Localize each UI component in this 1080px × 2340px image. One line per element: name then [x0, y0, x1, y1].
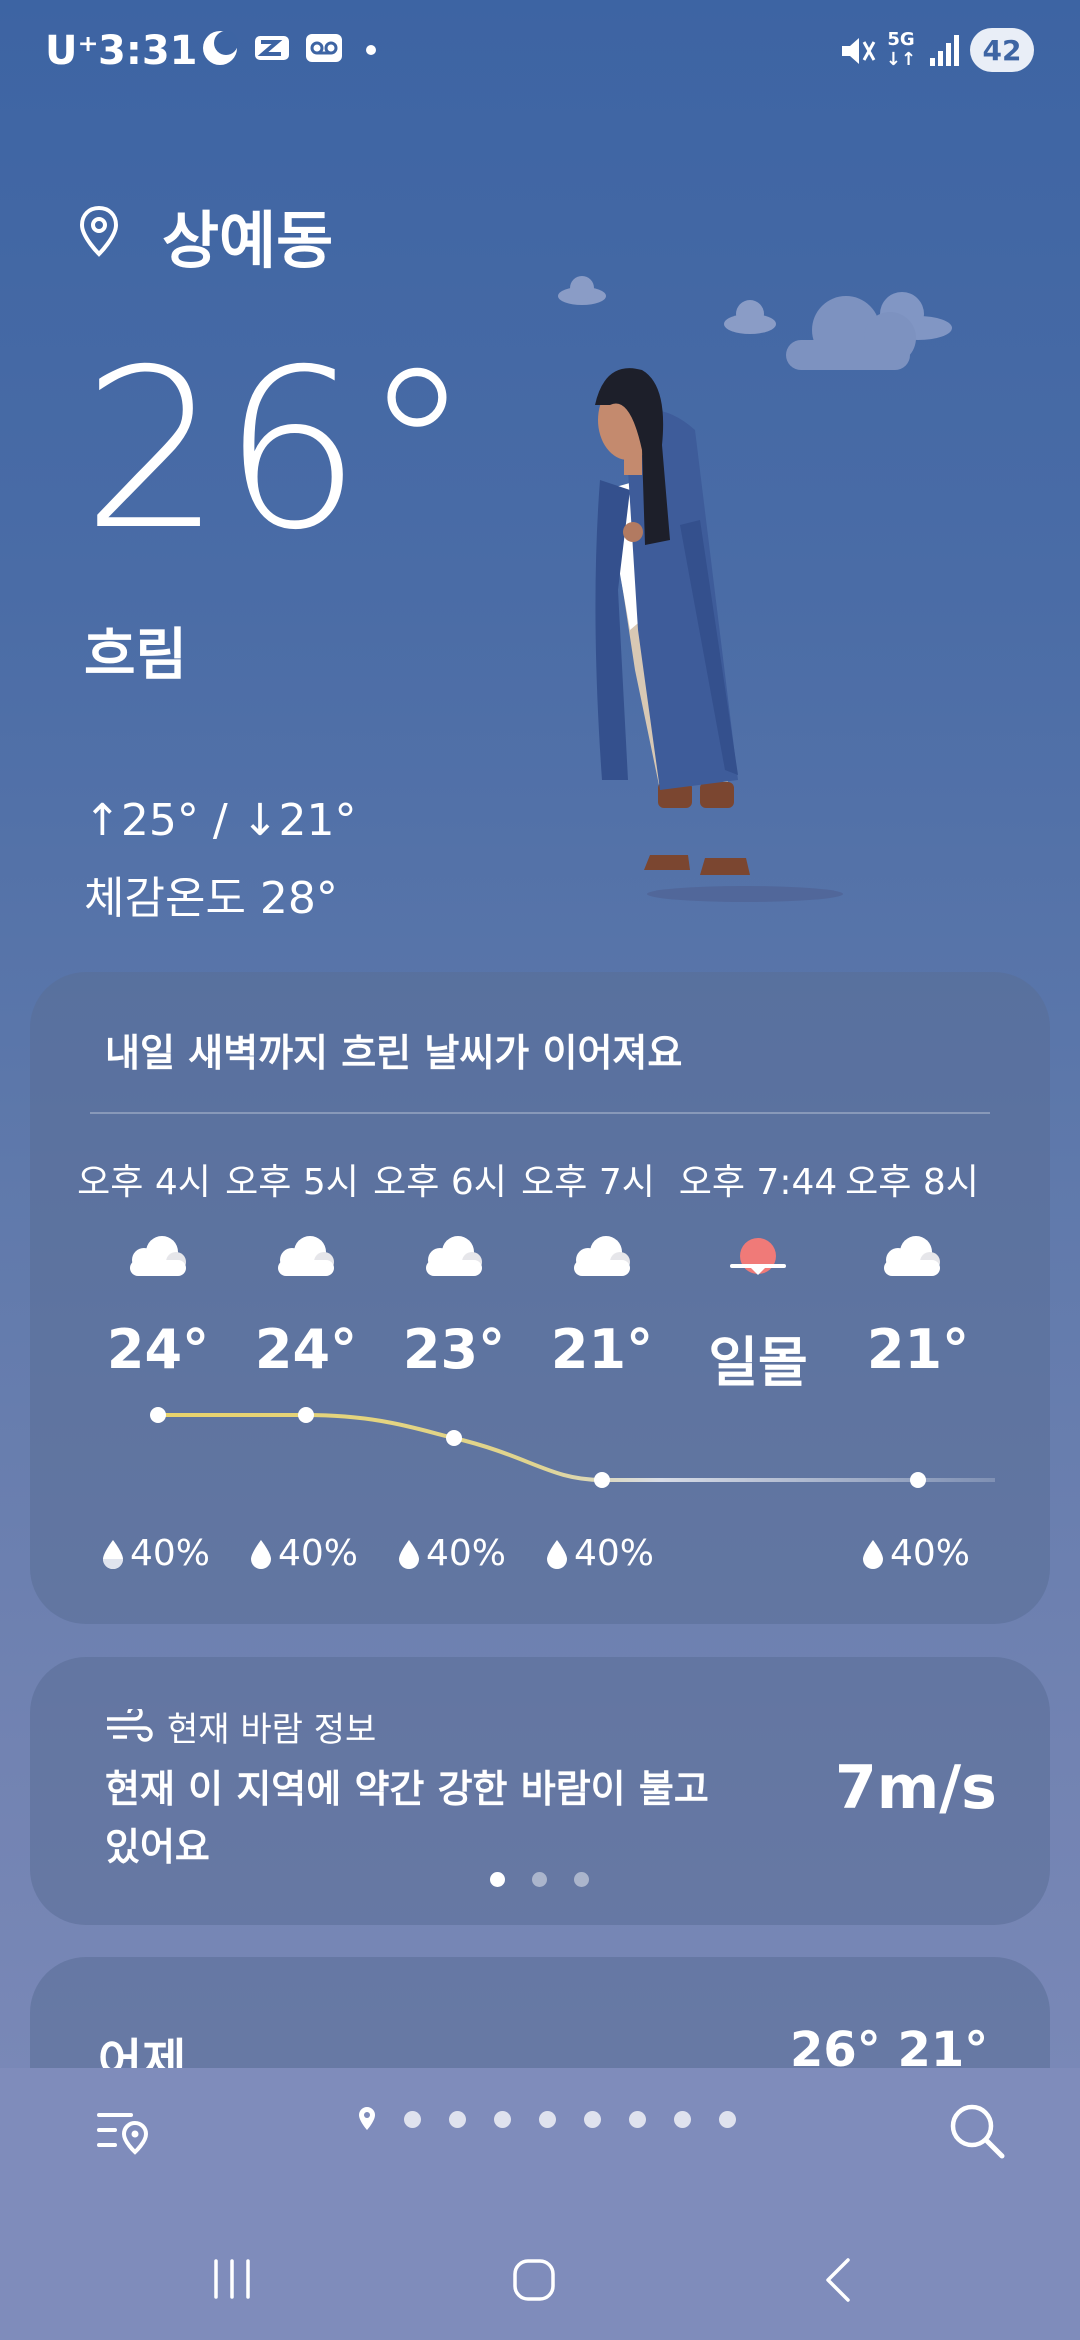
feels-like-temperature: 체감온도 28° — [84, 873, 338, 924]
wind-subtitle-label: 현재 바람 정보 — [167, 1710, 377, 1750]
carrier-label: U⁺ — [45, 28, 99, 74]
raindrop-icon — [399, 1539, 419, 1569]
location-page-dot[interactable] — [719, 2110, 736, 2128]
sunset-icon — [730, 1238, 786, 1275]
location-page-indicator[interactable] — [358, 2106, 736, 2132]
location-page-dot[interactable] — [584, 2110, 601, 2128]
divider — [90, 1112, 990, 1114]
trend-point — [298, 1407, 314, 1423]
more-dot-icon — [366, 45, 376, 55]
precip-chance: 40% — [860, 1533, 970, 1574]
home-icon[interactable] — [510, 2256, 558, 2304]
network-type-icon: 5G ↓↑ — [885, 29, 917, 70]
app-notification-icon — [255, 36, 289, 60]
shadow — [647, 886, 843, 902]
trend-point — [594, 1472, 610, 1488]
wind-description: 현재 이 지역에 약간 강한 바람이 불고 있어요 — [105, 1767, 709, 1869]
status-bar: U⁺ 3:31 5G ↓↑ 42 — [0, 0, 1080, 100]
hour-temperature: 21° — [550, 1318, 654, 1381]
hour-label: 오후 8시 — [845, 1162, 979, 1203]
trend-point — [446, 1430, 462, 1446]
hour-label: 오후 7:44 — [678, 1162, 838, 1203]
raindrop-icon — [863, 1539, 883, 1569]
wind-icon — [107, 1708, 153, 1742]
pager-dot[interactable] — [574, 1872, 589, 1887]
mute-icon — [842, 38, 876, 64]
raindrop-icon — [103, 1539, 123, 1569]
hour-temperature: 23° — [402, 1318, 506, 1381]
trend-point — [150, 1407, 166, 1423]
back-icon[interactable] — [818, 2256, 858, 2304]
wind-speed: 7m/s — [835, 1753, 997, 1823]
location-name[interactable]: 상예동 — [162, 190, 333, 280]
hour-temperature: 24° — [106, 1318, 210, 1381]
location-page-dot[interactable] — [494, 2110, 511, 2128]
precip-chance: 40% — [396, 1533, 506, 1574]
location-page-dot[interactable] — [449, 2110, 466, 2128]
location-page-dot[interactable] — [674, 2110, 691, 2128]
recent-apps-icon[interactable] — [210, 2257, 254, 2301]
cloud-icon — [574, 1236, 630, 1276]
notification-icons — [200, 28, 386, 68]
signal-icon — [930, 35, 959, 66]
high-low-temperature: ↑25° / ↓21° — [84, 795, 357, 846]
trend-point — [910, 1472, 926, 1488]
cloud-icon — [130, 1236, 186, 1276]
raindrop-icon — [251, 1539, 271, 1569]
location-pin-icon — [79, 205, 119, 257]
raindrop-icon — [547, 1539, 567, 1569]
weather-condition: 흐림 — [84, 623, 188, 688]
forecast-summary: 내일 새벽까지 흐린 날씨가 이어져요 — [105, 1031, 683, 1075]
moon-icon — [203, 31, 238, 65]
precip-value: 40% — [278, 1533, 359, 1574]
search-icon[interactable] — [946, 2100, 1008, 2162]
location-page-dot[interactable] — [629, 2110, 646, 2128]
precip-chance: 40% — [100, 1533, 210, 1574]
person-illustration — [595, 368, 750, 875]
pager-dot[interactable] — [532, 1872, 547, 1887]
location-page-dot[interactable] — [539, 2110, 556, 2128]
precip-chance: 40% — [248, 1533, 358, 1574]
hour-temperature: 21° — [866, 1318, 970, 1381]
clock: 3:31 — [98, 28, 198, 74]
pager-dot[interactable] — [490, 1872, 505, 1887]
precip-value: 40% — [890, 1533, 971, 1574]
current-location-icon[interactable] — [358, 2106, 376, 2132]
location-page-dot[interactable] — [404, 2110, 421, 2128]
cloud-icon — [884, 1236, 940, 1276]
hour-temperature: 24° — [254, 1318, 358, 1381]
location-list-icon[interactable] — [95, 2103, 155, 2163]
weather-illustration — [558, 276, 952, 902]
sunset-label: 일몰 — [708, 1331, 808, 1394]
cloud-icon — [426, 1236, 482, 1276]
voicemail-icon — [306, 34, 342, 62]
cloud-icon — [278, 1236, 334, 1276]
wind-subtitle: 현재 바람 정보 — [105, 1702, 376, 1751]
hour-label: 오후 7시 — [521, 1162, 655, 1203]
hour-label: 오후 4시 — [77, 1162, 211, 1203]
precip-chance: 40% — [544, 1533, 654, 1574]
small-cloud-icon — [558, 276, 776, 334]
network-type-label: 5G — [887, 29, 915, 50]
temperature-trend-line — [150, 1407, 995, 1488]
precip-value: 40% — [426, 1533, 507, 1574]
precip-value: 40% — [574, 1533, 655, 1574]
hour-label: 오후 6시 — [373, 1162, 507, 1203]
hour-label: 오후 5시 — [225, 1162, 359, 1203]
battery-level: 42 — [982, 33, 1022, 67]
battery-indicator: 42 — [970, 28, 1034, 72]
precip-value: 40% — [130, 1533, 211, 1574]
large-cloud-icon — [786, 292, 952, 370]
current-temperature: 26° — [82, 322, 472, 578]
card-pager[interactable] — [490, 1872, 589, 1887]
